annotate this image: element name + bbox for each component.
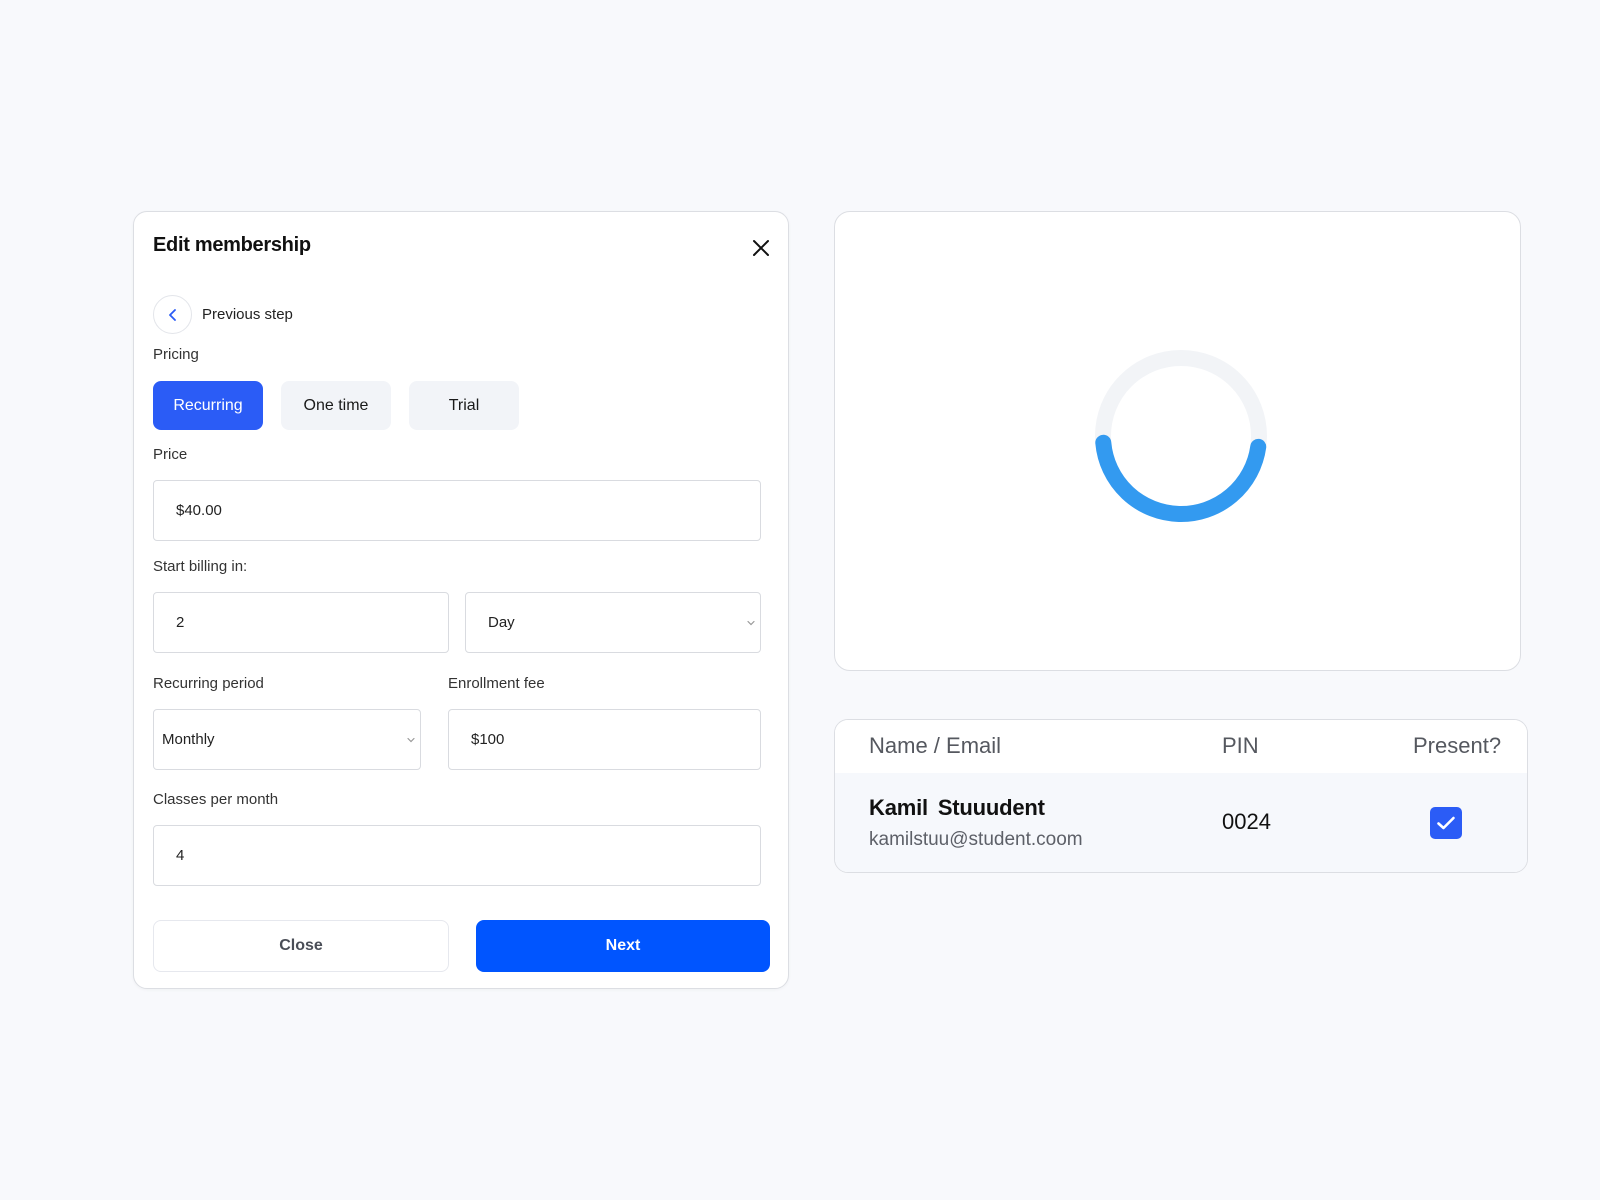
recurring-period-select[interactable]: Monthly xyxy=(153,709,421,770)
checkmark-icon xyxy=(1437,816,1455,830)
previous-step-button[interactable]: Previous step xyxy=(153,295,293,334)
enrollment-fee-input[interactable] xyxy=(448,709,761,770)
classes-per-month-label: Classes per month xyxy=(153,791,279,808)
start-billing-amount-field[interactable] xyxy=(176,593,448,652)
previous-step-label: Previous step xyxy=(202,306,293,323)
close-button[interactable]: Close xyxy=(153,920,449,972)
student-name: Kamil Stuuudent xyxy=(869,795,1045,820)
table-row[interactable]: Kamil Stuuudent kamilstuu@student.coom 0… xyxy=(835,773,1527,872)
start-billing-amount-input[interactable] xyxy=(153,592,449,653)
modal-title: Edit membership xyxy=(153,234,311,256)
close-modal-button[interactable] xyxy=(751,238,771,258)
classes-per-month-input[interactable] xyxy=(153,825,761,886)
recurring-period-value: Monthly xyxy=(162,731,215,748)
price-label: Price xyxy=(153,446,188,463)
start-billing-label: Start billing in: xyxy=(153,558,248,575)
column-header-name-email: Name / Email xyxy=(869,733,1002,758)
spinner-arc xyxy=(1095,434,1267,522)
start-billing-unit-value: Day xyxy=(488,614,515,631)
loading-spinner-icon xyxy=(1095,350,1267,522)
loading-card xyxy=(834,211,1521,671)
enrollment-fee-field[interactable] xyxy=(471,710,760,769)
pricing-option-trial[interactable]: Trial xyxy=(409,381,519,430)
present-checkbox[interactable] xyxy=(1430,807,1462,839)
table-header: Name / Email PIN Present? xyxy=(835,720,1527,773)
column-header-pin: PIN xyxy=(1222,733,1259,758)
previous-step-circle[interactable] xyxy=(153,295,192,334)
column-header-present: Present? xyxy=(1413,733,1502,758)
price-input-field[interactable] xyxy=(176,481,760,540)
classes-per-month-field[interactable] xyxy=(176,826,760,885)
chevron-left-icon xyxy=(168,308,176,321)
pricing-option-recurring[interactable]: Recurring xyxy=(153,381,263,430)
chevron-down-icon xyxy=(747,620,755,625)
close-icon xyxy=(753,240,769,256)
attendance-table: Name / Email PIN Present? Kamil Stuuuden… xyxy=(834,719,1528,873)
enrollment-fee-label: Enrollment fee xyxy=(448,675,545,692)
pricing-label: Pricing xyxy=(153,346,199,363)
student-pin: 0024 xyxy=(1222,809,1271,834)
next-button[interactable]: Next xyxy=(476,920,770,972)
edit-membership-modal: Edit membership Previous step Pricing Re… xyxy=(133,211,789,989)
pricing-option-one-time[interactable]: One time xyxy=(281,381,391,430)
start-billing-unit-select[interactable]: Day xyxy=(465,592,761,653)
recurring-period-label: Recurring period xyxy=(153,675,264,692)
price-input[interactable] xyxy=(153,480,761,541)
chevron-down-icon xyxy=(407,737,415,742)
student-email: kamilstuu@student.coom xyxy=(869,829,1083,850)
page: Edit membership Previous step Pricing Re… xyxy=(0,0,1600,1200)
